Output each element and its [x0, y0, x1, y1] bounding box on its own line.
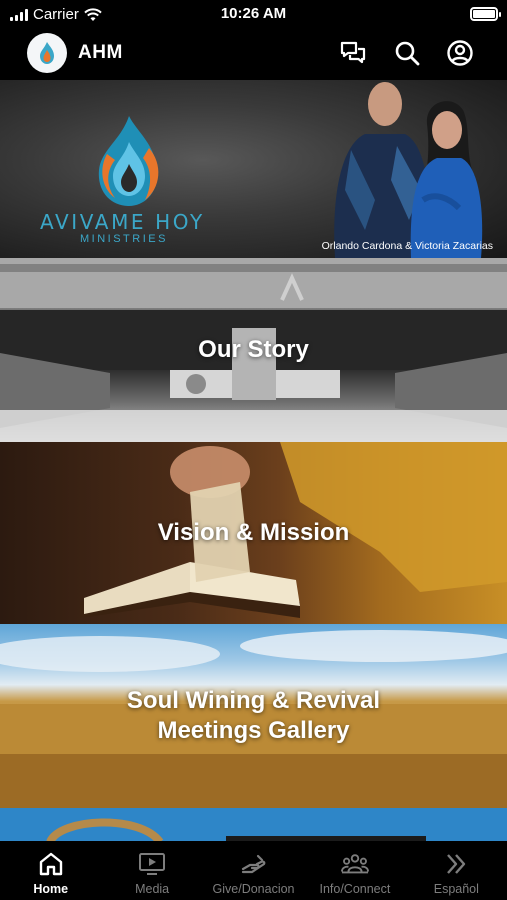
logo-name: AVIVAME HOY — [40, 210, 205, 234]
soul-wining-label-line1: Soul Wining & Revival — [126, 687, 381, 714]
tab-espanol[interactable]: Español — [406, 841, 507, 900]
tab-give[interactable]: Give/Donacion — [203, 841, 304, 900]
chevrons-right-icon — [447, 854, 466, 874]
tab-media-label: Media — [135, 882, 170, 896]
tab-info-connect[interactable]: Info/Connect — [304, 841, 405, 900]
soul-wining-label-line2: Meetings Gallery — [157, 717, 350, 744]
tab-espanol-label: Español — [433, 882, 479, 896]
tab-media[interactable]: Media — [101, 841, 202, 900]
status-time: 10:26 AM — [220, 5, 287, 22]
status-bar: Carrier 10:26 AM — [0, 0, 507, 28]
hero-banner[interactable]: AVIVAME HOY MINISTRIES Orlando Cardona &… — [0, 80, 507, 258]
soul-wining-label: Soul Wining & Revival Meetings Gallery — [127, 686, 380, 746]
chat-icon[interactable] — [339, 39, 367, 67]
couple-photo — [334, 82, 483, 258]
app-header: AHM — [0, 28, 507, 78]
next-tile-peek[interactable] — [0, 808, 507, 842]
flame-logo-icon — [40, 42, 54, 64]
logo-subtitle: MINISTRIES — [80, 233, 168, 245]
banner-caption: Orlando Cardona & Victoria Zacarias — [321, 240, 493, 252]
next-tile-image — [46, 818, 426, 842]
our-story-tile[interactable]: Our Story — [0, 258, 507, 442]
app-title: AHM — [78, 42, 123, 63]
tab-home-label: Home — [33, 882, 69, 896]
soul-wining-gallery-tile[interactable]: Soul Wining & Revival Meetings Gallery — [0, 624, 507, 808]
search-icon[interactable] — [393, 39, 421, 67]
flame-logo-icon — [98, 116, 159, 206]
vision-mission-label: Vision & Mission — [157, 519, 350, 546]
app-logo-avatar[interactable] — [27, 33, 67, 73]
account-icon[interactable] — [446, 39, 474, 67]
our-story-label: Our Story — [198, 336, 309, 363]
tab-home[interactable]: Home — [0, 841, 101, 900]
home-icon — [39, 852, 62, 876]
tab-give-label: Give/Donacion — [212, 882, 295, 896]
media-icon — [139, 853, 166, 875]
give-icon — [241, 854, 265, 874]
people-icon — [340, 854, 369, 874]
battery-icon — [470, 7, 501, 21]
tab-info-connect-label: Info/Connect — [319, 882, 391, 896]
vision-mission-tile[interactable]: Vision & Mission — [0, 442, 507, 624]
bottom-tab-bar: Home Media Give/Donacion Info/Connect Es… — [0, 841, 507, 900]
